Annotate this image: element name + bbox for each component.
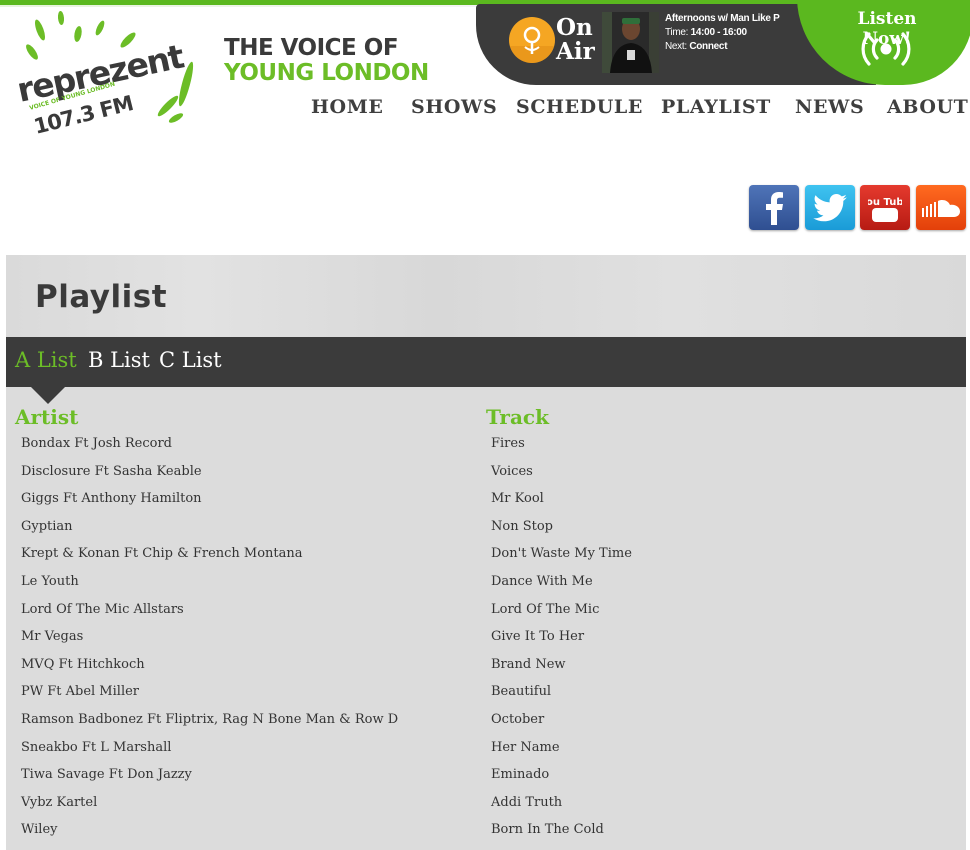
- playlist-header: Playlist: [6, 255, 966, 337]
- facebook-button[interactable]: [749, 185, 799, 230]
- on-air-pin-icon: [509, 17, 555, 63]
- track-item[interactable]: Lord Of The Mic: [491, 596, 632, 624]
- show-time: Time: 14:00 - 16:00: [665, 26, 797, 40]
- track-item[interactable]: Give It To Her: [491, 623, 632, 651]
- twitter-button[interactable]: [805, 185, 855, 230]
- track-item[interactable]: Mr Kool: [491, 485, 632, 513]
- on-air-label-line1: On: [556, 14, 593, 41]
- track-item[interactable]: October: [491, 706, 632, 734]
- artist-item[interactable]: MVQ Ft Hitchkoch: [21, 651, 398, 679]
- artist-item[interactable]: Giggs Ft Anthony Hamilton: [21, 485, 398, 513]
- track-list: Fires Voices Mr Kool Non Stop Don't Waste My…: [491, 430, 632, 844]
- show-title[interactable]: Afternoons w/ Man Like P: [665, 12, 797, 26]
- next-label: Next:: [665, 41, 687, 52]
- tab-a-list[interactable]: A List: [15, 348, 77, 372]
- artist-item[interactable]: Disclosure Ft Sasha Keable: [21, 458, 398, 486]
- main-nav: HOME SHOWS SCHEDULE PLAYLIST NEWS ABOUT: [0, 96, 970, 126]
- nav-news[interactable]: NEWS: [795, 96, 864, 118]
- track-item[interactable]: Dance With Me: [491, 568, 632, 596]
- track-item[interactable]: Fires: [491, 430, 632, 458]
- broadcast-icon[interactable]: [856, 32, 916, 66]
- active-tab-pointer: [31, 387, 65, 404]
- tab-c-list[interactable]: C List: [159, 348, 222, 372]
- track-item[interactable]: Don't Waste My Time: [491, 540, 632, 568]
- next-show: Next: Connect: [665, 40, 797, 54]
- next-value[interactable]: Connect: [689, 41, 727, 52]
- nav-schedule[interactable]: SCHEDULE: [516, 96, 643, 118]
- artist-item[interactable]: Gyptian: [21, 513, 398, 541]
- twitter-icon: [813, 193, 847, 221]
- track-item[interactable]: Beautiful: [491, 678, 632, 706]
- track-item[interactable]: Her Name: [491, 734, 632, 762]
- artist-item[interactable]: PW Ft Abel Miller: [21, 678, 398, 706]
- artist-column-header: Artist: [15, 405, 79, 429]
- track-item[interactable]: Born In The Cold: [491, 816, 632, 844]
- artist-item[interactable]: Wiley: [21, 816, 398, 844]
- artist-list: Bondax Ft Josh Record Disclosure Ft Sasha…: [21, 430, 398, 844]
- track-item[interactable]: Eminado: [491, 761, 632, 789]
- youtube-icon-text: You Tube: [868, 197, 902, 208]
- artist-item[interactable]: Tiwa Savage Ft Don Jazzy: [21, 761, 398, 789]
- artist-item[interactable]: Sneakbo Ft L Marshall: [21, 734, 398, 762]
- artist-item[interactable]: Bondax Ft Josh Record: [21, 430, 398, 458]
- youtube-button[interactable]: You Tube: [860, 185, 910, 230]
- facebook-icon: [766, 191, 783, 225]
- artist-item[interactable]: Vybz Kartel: [21, 789, 398, 817]
- track-item[interactable]: Addi Truth: [491, 789, 632, 817]
- youtube-icon: You Tube: [868, 197, 902, 222]
- artist-item[interactable]: Krept & Konan Ft Chip & French Montana: [21, 540, 398, 568]
- presenter-image: [602, 12, 659, 73]
- nav-shows[interactable]: SHOWS: [411, 96, 497, 118]
- nav-playlist[interactable]: PLAYLIST: [661, 96, 771, 118]
- on-air-label-line2: Air: [556, 38, 595, 65]
- station-tagline: THE VOICE OF YOUNG LONDON: [224, 36, 429, 86]
- tagline-line2: YOUNG LONDON: [224, 60, 429, 86]
- current-show-info: Afternoons w/ Man Like P Time: 14:00 - 1…: [665, 12, 797, 54]
- tab-b-list[interactable]: B List: [88, 348, 150, 372]
- track-item[interactable]: Non Stop: [491, 513, 632, 541]
- on-air-label: On Air: [556, 16, 595, 64]
- presenter-photo[interactable]: [602, 12, 659, 73]
- playlist-tabs: A List B List C List: [6, 337, 966, 387]
- artist-item[interactable]: Ramson Badbonez Ft Fliptrix, Rag N Bone …: [21, 706, 398, 734]
- nav-home[interactable]: HOME: [311, 96, 383, 118]
- artist-item[interactable]: Mr Vegas: [21, 623, 398, 651]
- time-label: Time:: [665, 27, 689, 38]
- track-item[interactable]: Voices: [491, 458, 632, 486]
- track-column-header: Track: [486, 405, 549, 429]
- tagline-line1: THE VOICE OF: [224, 35, 399, 61]
- playlist-panel: Playlist A List B List C List Artist Tra…: [6, 255, 966, 850]
- nav-about[interactable]: ABOUT: [887, 96, 968, 118]
- time-value: 14:00 - 16:00: [690, 27, 747, 38]
- page-title: Playlist: [35, 279, 168, 315]
- soundcloud-button[interactable]: [916, 185, 966, 230]
- soundcloud-icon: [922, 199, 960, 217]
- artist-item[interactable]: Lord Of The Mic Allstars: [21, 596, 398, 624]
- track-item[interactable]: Brand New: [491, 651, 632, 679]
- top-accent-fade: [0, 5, 476, 7]
- artist-item[interactable]: Le Youth: [21, 568, 398, 596]
